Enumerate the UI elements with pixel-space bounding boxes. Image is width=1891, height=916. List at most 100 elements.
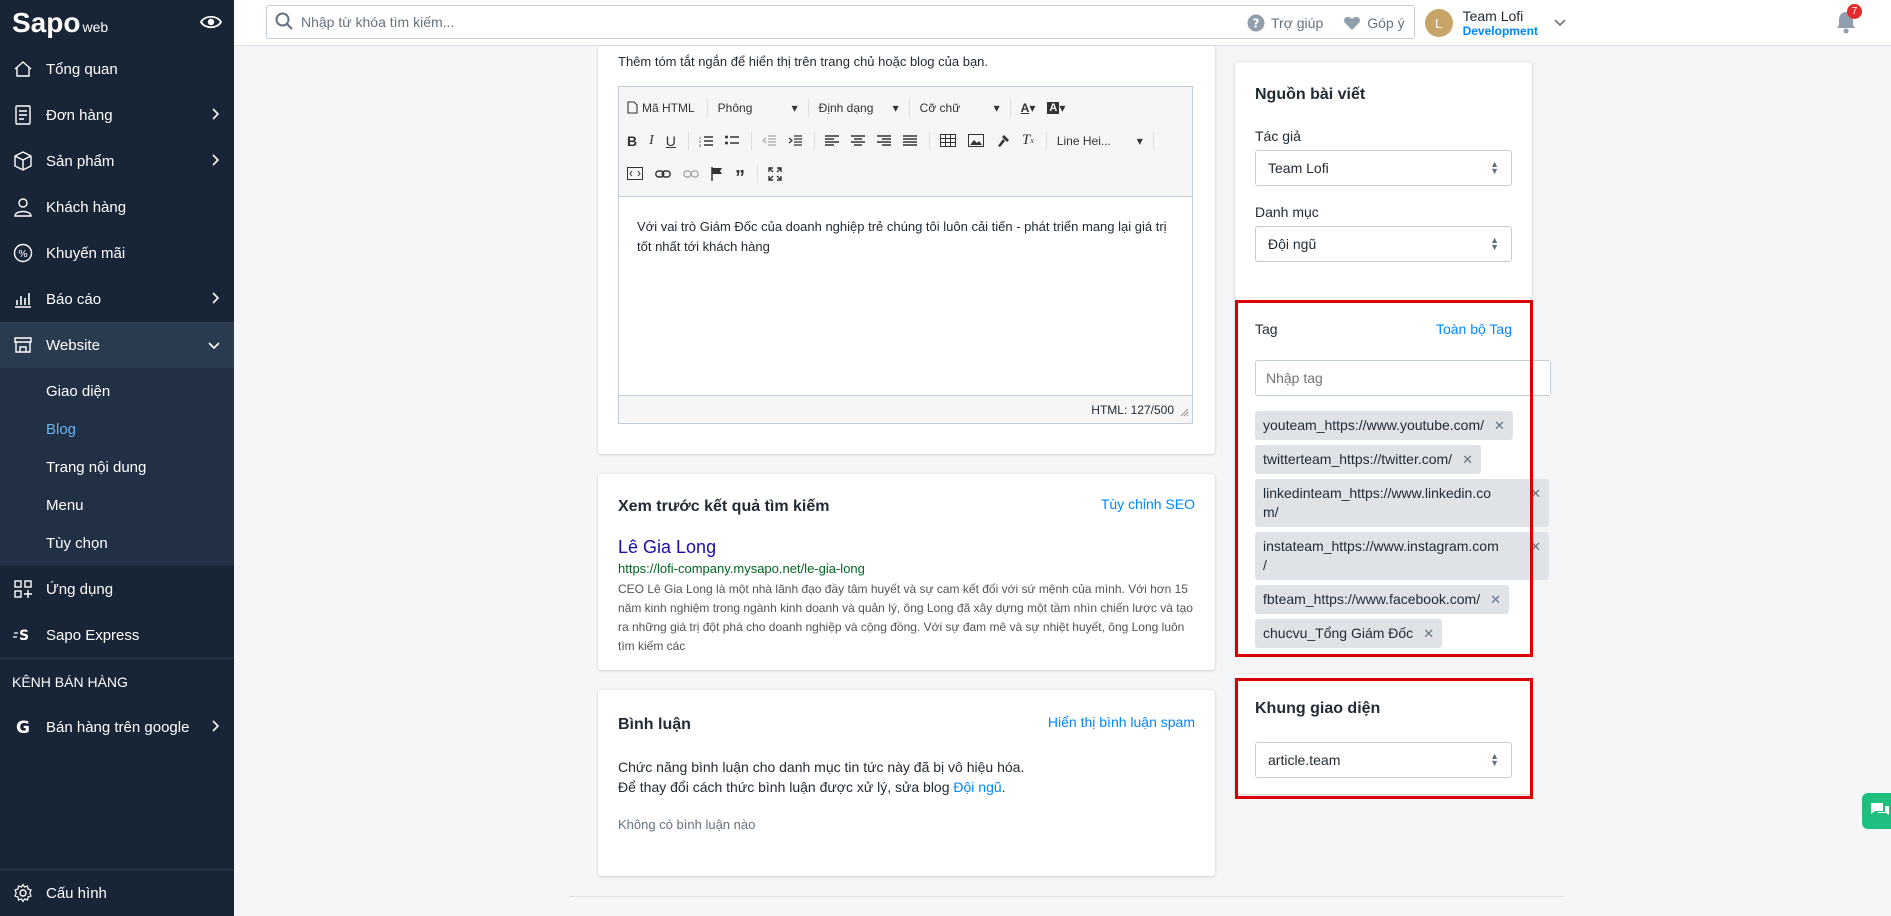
toolbar-separator — [1152, 131, 1154, 150]
caret-down-icon: ▾ — [892, 100, 899, 115]
bg-color-button[interactable]: A ▾ — [1047, 101, 1065, 115]
chevron-right-icon — [212, 291, 220, 308]
search-box[interactable] — [266, 5, 1415, 39]
toolbar-separator — [750, 131, 752, 150]
sidebar-item-products[interactable]: Sản phẩm — [0, 138, 234, 184]
select-arrows-icon: ▲ ▼ — [1490, 159, 1499, 176]
blog-link[interactable]: Đội ngũ — [953, 779, 1001, 795]
website-submenu: Giao diện Blog Trang nội dung Menu Tùy c… — [0, 368, 234, 566]
excerpt-card: Thêm tóm tắt ngắn để hiển thị trên trang… — [598, 46, 1215, 454]
editor-toolbar: Mã HTML Phông ▾ Định dạng ▾ Cỡ chữ ▾ A ▾ A ▾ … — [619, 87, 1192, 197]
outdent-icon[interactable] — [761, 134, 776, 147]
format-painter-icon[interactable] — [996, 134, 1010, 148]
sidebar-item-customers[interactable]: Khách hàng — [0, 184, 234, 230]
sidebar: Sapo web Tổng quan Đơn hàng Sản phẩm Khác… — [0, 0, 234, 916]
source-code-icon[interactable] — [627, 167, 643, 180]
category-select[interactable]: Đội ngũ ▲ ▼ — [1255, 226, 1512, 262]
percent-icon: % — [12, 242, 34, 264]
user-menu[interactable]: L Team Lofi Development — [1424, 7, 1566, 38]
eye-icon[interactable] — [199, 14, 223, 33]
align-right-icon[interactable] — [876, 134, 891, 147]
align-justify-icon[interactable] — [902, 134, 917, 147]
sidebar-item-reports[interactable]: Báo cáo — [0, 276, 234, 322]
sidebar-item-sapo-express[interactable]: S Sapo Express — [0, 612, 234, 658]
sidebar-subitem-menu[interactable]: Menu — [0, 486, 234, 524]
toolbar-separator — [813, 131, 815, 150]
sidebar-item-overview[interactable]: Tổng quan — [0, 46, 234, 92]
indent-icon[interactable] — [788, 134, 802, 147]
svg-text:3: 3 — [699, 143, 702, 147]
bold-icon[interactable]: B — [627, 133, 637, 149]
seo-description: CEO Lê Gia Long là một nhà lãnh đạo đầy … — [618, 582, 1193, 653]
bullet-list-icon[interactable] — [724, 135, 739, 147]
toolbar-separator — [687, 131, 689, 150]
editor-content[interactable]: Với vai trò Giám Đốc của doanh nghiệp tr… — [619, 197, 1192, 397]
sidebar-item-apps[interactable]: Ứng dụng — [0, 566, 234, 612]
avatar: L — [1424, 9, 1453, 37]
sidebar-subitem-blog[interactable]: Blog — [0, 410, 234, 448]
box-icon — [12, 150, 34, 172]
resize-handle-icon[interactable] — [1180, 406, 1189, 420]
ordered-list-icon[interactable]: 123 — [699, 135, 713, 147]
underline-icon[interactable]: U — [666, 133, 676, 149]
chat-button[interactable] — [1862, 793, 1891, 829]
show-spam-link[interactable]: Hiển thị bình luận spam — [1048, 714, 1195, 730]
bg-color-icon: A — [1047, 101, 1060, 114]
html-counter: HTML: 127/500 — [1091, 402, 1174, 417]
sidebar-item-orders[interactable]: Đơn hàng — [0, 92, 234, 138]
search-input[interactable] — [301, 14, 1384, 30]
seo-page-title: Lê Gia Long — [618, 537, 717, 557]
sidebar-item-settings[interactable]: Cấu hình — [0, 870, 234, 916]
unlink-icon[interactable] — [683, 169, 699, 179]
table-icon[interactable] — [939, 134, 956, 147]
select-arrows-icon: ▲ ▼ — [1490, 235, 1499, 252]
font-dropdown[interactable]: Phông ▾ — [718, 101, 798, 115]
sidebar-item-promotions[interactable]: % Khuyến mãi — [0, 230, 234, 276]
sapo-express-icon: S — [12, 624, 34, 646]
sidebar-subitem-pages[interactable]: Trang nội dung — [0, 448, 234, 486]
file-code-icon — [627, 101, 638, 114]
text-color-button[interactable]: A ▾ — [1021, 101, 1036, 115]
toolbar-separator — [807, 98, 809, 117]
image-icon[interactable] — [967, 134, 984, 147]
article-source-card: Nguồn bài viết Tác giả Team Lofi ▲ ▼ Danh… — [1235, 62, 1532, 298]
excerpt-hint: Thêm tóm tắt ngắn để hiển thị trên trang… — [618, 54, 989, 69]
sidebar-item-website[interactable]: Website — [0, 322, 234, 368]
align-center-icon[interactable] — [850, 134, 865, 147]
format-dropdown[interactable]: Định dạng ▾ — [819, 101, 899, 115]
user-role: Development — [1462, 23, 1538, 38]
sidebar-subitem-themes[interactable]: Giao diện — [0, 372, 234, 410]
chevron-right-icon — [212, 107, 220, 124]
caret-down-icon: ▾ — [1136, 133, 1143, 148]
toolbar-separator — [928, 131, 930, 150]
toolbar-separator — [1045, 131, 1047, 150]
link-icon[interactable] — [655, 169, 671, 179]
seo-title: Xem trước kết quả tìm kiếm — [618, 498, 830, 515]
question-icon: ? — [1247, 14, 1265, 32]
user-name: Team Lofi — [1462, 7, 1524, 24]
customize-seo-link[interactable]: Tùy chỉnh SEO — [1101, 496, 1195, 512]
sidebar-footer: Cấu hình — [0, 869, 234, 916]
notification-badge: 7 — [1847, 4, 1862, 19]
heart-icon — [1343, 15, 1361, 31]
gear-icon — [12, 882, 34, 904]
sidebar-subitem-options[interactable]: Tùy chọn — [0, 524, 234, 562]
user-icon — [12, 196, 34, 218]
clear-format-icon[interactable]: Tx — [1022, 132, 1034, 149]
sidebar-item-google[interactable]: G Bán hàng trên google — [0, 704, 234, 750]
italic-icon[interactable]: I — [649, 133, 654, 149]
caret-down-icon: ▾ — [791, 100, 798, 115]
sapo-logo[interactable]: Sapo web — [12, 7, 108, 39]
author-select[interactable]: Team Lofi ▲ ▼ — [1255, 150, 1512, 186]
line-height-dropdown[interactable]: Line Hei... ▾ — [1057, 134, 1143, 148]
blockquote-icon[interactable]: ” — [735, 168, 745, 188]
footer-divider — [570, 896, 1564, 897]
font-size-dropdown[interactable]: Cỡ chữ ▾ — [920, 101, 1000, 115]
feedback-link[interactable]: Góp ý — [1343, 15, 1405, 31]
align-left-icon[interactable] — [824, 134, 839, 147]
fullscreen-icon[interactable] — [768, 166, 782, 181]
html-code-button[interactable]: Mã HTML — [627, 101, 695, 115]
flag-icon[interactable] — [711, 166, 723, 181]
chart-icon — [12, 288, 34, 310]
help-link[interactable]: ? Trợ giúp — [1247, 14, 1323, 32]
